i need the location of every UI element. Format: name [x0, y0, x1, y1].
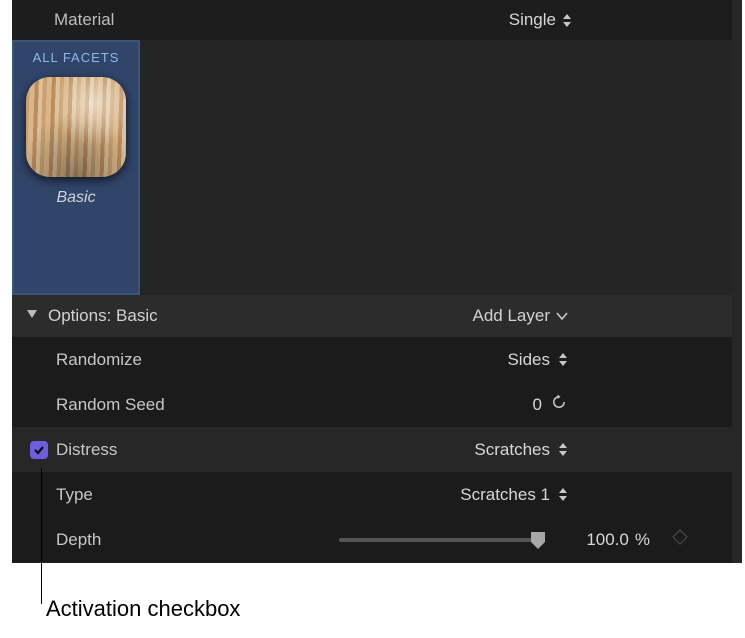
depth-label: Depth	[56, 530, 226, 550]
randomize-row: Randomize Sides	[12, 337, 732, 382]
slider-thumb-icon[interactable]	[529, 530, 547, 555]
facets-area: ALL FACETS Basic	[12, 40, 732, 295]
disclosure-triangle-icon[interactable]	[26, 307, 38, 325]
type-value: Scratches 1	[460, 485, 550, 505]
random-seed-value: 0	[533, 395, 542, 415]
stepper-icon	[558, 443, 568, 456]
distress-activation-checkbox[interactable]	[30, 441, 48, 459]
depth-value[interactable]: 100.0	[559, 530, 629, 550]
material-thumbnail-label: Basic	[56, 189, 95, 207]
chevron-down-icon	[556, 312, 568, 320]
refresh-icon[interactable]	[550, 393, 568, 416]
material-inspector-panel: Material Single ALL FACETS Basic Options…	[12, 0, 732, 563]
random-seed-field[interactable]: 0	[533, 393, 568, 416]
type-label: Type	[56, 485, 226, 505]
depth-slider[interactable]	[339, 538, 539, 542]
facets-tab-label: ALL FACETS	[33, 42, 120, 71]
randomize-dropdown[interactable]: Sides	[378, 350, 568, 370]
distress-label: Distress	[56, 440, 226, 460]
material-label: Material	[54, 10, 509, 30]
stepper-icon	[558, 488, 568, 501]
depth-unit: %	[635, 530, 650, 550]
type-dropdown[interactable]: Scratches 1	[378, 485, 568, 505]
material-mode-value: Single	[509, 10, 556, 30]
depth-row: Depth 100.0 %	[12, 517, 732, 562]
add-layer-label: Add Layer	[473, 306, 551, 326]
options-title: Options: Basic	[48, 306, 463, 326]
stepper-icon	[558, 353, 568, 366]
randomize-label: Randomize	[56, 350, 226, 370]
keyframe-diamond-icon[interactable]	[672, 529, 688, 550]
facet-all-facets[interactable]: ALL FACETS Basic	[12, 40, 140, 295]
type-row: Type Scratches 1	[12, 472, 732, 517]
add-layer-dropdown[interactable]: Add Layer	[473, 306, 569, 326]
adjacent-panel-edge	[732, 0, 742, 563]
randomize-value: Sides	[507, 350, 550, 370]
options-header: Options: Basic Add Layer	[12, 295, 732, 337]
distress-value: Scratches	[474, 440, 550, 460]
callout-leader-line	[41, 468, 42, 604]
material-mode-dropdown[interactable]: Single	[509, 10, 572, 30]
facet-card-inner: ALL FACETS Basic	[14, 42, 138, 293]
stepper-icon	[562, 14, 572, 27]
material-header-row: Material Single	[12, 0, 732, 40]
random-seed-row: Random Seed 0	[12, 382, 732, 427]
material-thumbnail[interactable]	[26, 77, 126, 177]
random-seed-label: Random Seed	[56, 395, 226, 415]
distress-dropdown[interactable]: Scratches	[378, 440, 568, 460]
distress-row: Distress Scratches	[12, 427, 732, 472]
callout-label: Activation checkbox	[46, 596, 240, 622]
